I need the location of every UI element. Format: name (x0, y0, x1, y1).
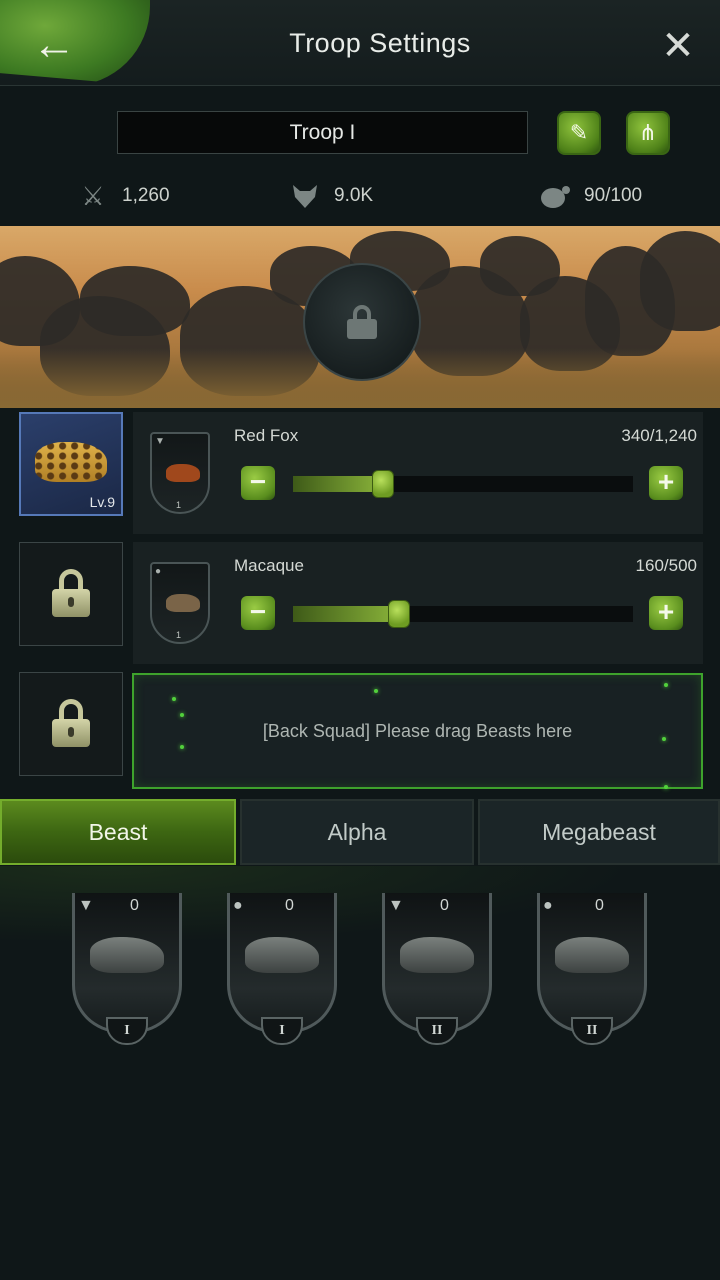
unit-slider[interactable] (293, 600, 633, 628)
share-icon: ⋔ (638, 120, 658, 145)
unit-row-macaque: ● 1 Macaque 160/500 − + (133, 542, 703, 664)
primate-type-icon: ● (155, 566, 162, 577)
unit-count: 160/500 (635, 556, 697, 575)
unit-name: Red Fox (234, 426, 299, 445)
primate-type-icon: ● (233, 897, 243, 914)
tab-beast[interactable]: Beast (0, 799, 236, 865)
primate-image (245, 937, 319, 973)
padlock-icon (52, 699, 90, 747)
beast-count: 0 (595, 897, 604, 914)
troop-name-field[interactable]: Troop I (117, 111, 528, 154)
wolf-type-icon: ▼ (78, 897, 94, 914)
power-stat: 9.0K (288, 178, 373, 214)
leader-portrait[interactable]: Lv.9 (19, 412, 123, 516)
beast-tier: I (106, 1017, 148, 1045)
jackal-image (400, 937, 474, 973)
locked-portrait-slot[interactable] (19, 542, 123, 646)
share-button[interactable]: ⋔ (626, 111, 670, 155)
baboon-image (555, 937, 629, 973)
beast-tier: I (261, 1017, 303, 1045)
capacity-value: 90/100 (584, 185, 643, 206)
back-squad-drop-zone[interactable]: [Back Squad] Please drag Beasts here (132, 673, 703, 789)
beast-tier: II (571, 1017, 613, 1045)
lock-icon (347, 305, 377, 339)
unit-tier: 1 (176, 630, 182, 640)
pen-icon: ✎ (569, 120, 589, 145)
padlock-icon (52, 569, 90, 617)
slider-handle[interactable] (372, 470, 394, 498)
wolf-image (90, 937, 164, 973)
paw-capacity-icon (538, 179, 572, 213)
attack-value: 1,260 (122, 185, 170, 206)
back-arrow-icon[interactable]: ← (18, 22, 90, 68)
slider-handle[interactable] (388, 600, 410, 628)
unit-slider[interactable] (293, 470, 633, 498)
page-title: Troop Settings (289, 28, 471, 58)
macaque-image (166, 594, 200, 612)
beast-card[interactable]: ▼ 0 I (72, 893, 182, 1045)
unit-badge[interactable]: ● 1 (150, 562, 210, 644)
decrease-button[interactable]: − (241, 596, 275, 630)
attack-stat: ⚔ 1,260 (76, 178, 170, 214)
beast-card[interactable]: ● 0 II (537, 893, 647, 1045)
capacity-stat: 90/100 (538, 178, 642, 214)
beast-count: 0 (440, 897, 449, 914)
wolf-head-icon (288, 179, 322, 213)
wolf-type-icon: ▼ (388, 897, 404, 914)
beast-count: 0 (285, 897, 294, 914)
unit-row-red-fox: ▼ 1 Red Fox 340/1,240 − + (133, 412, 703, 534)
unit-name: Macaque (234, 556, 304, 575)
locked-portrait-slot[interactable] (19, 672, 123, 776)
leader-level: Lv.9 (89, 494, 115, 510)
locked-slot-button[interactable] (303, 263, 421, 381)
fox-image (166, 464, 200, 482)
back-squad-hint: [Back Squad] Please drag Beasts here (262, 720, 573, 741)
unit-count: 340/1,240 (621, 426, 697, 445)
power-value: 9.0K (334, 185, 374, 206)
edit-name-button[interactable]: ✎ (557, 111, 601, 155)
unit-tier: 1 (176, 500, 182, 510)
beast-count: 0 (130, 897, 139, 914)
tab-megabeast[interactable]: Megabeast (478, 799, 720, 865)
unit-badge[interactable]: ▼ 1 (150, 432, 210, 514)
tab-alpha[interactable]: Alpha (240, 799, 474, 865)
close-icon[interactable]: ✕ (656, 24, 700, 68)
top-bar: ← Troop Settings ✕ (0, 0, 720, 86)
wolf-type-icon: ▼ (155, 436, 165, 447)
primate-type-icon: ● (543, 897, 553, 914)
leopard-image (35, 442, 107, 482)
beast-card[interactable]: ● 0 I (227, 893, 337, 1045)
increase-button[interactable]: + (649, 466, 683, 500)
decrease-button[interactable]: − (241, 466, 275, 500)
beast-tier: II (416, 1017, 458, 1045)
increase-button[interactable]: + (649, 596, 683, 630)
beast-card[interactable]: ▼ 0 II (382, 893, 492, 1045)
crossed-swords-icon: ⚔ (81, 180, 105, 211)
